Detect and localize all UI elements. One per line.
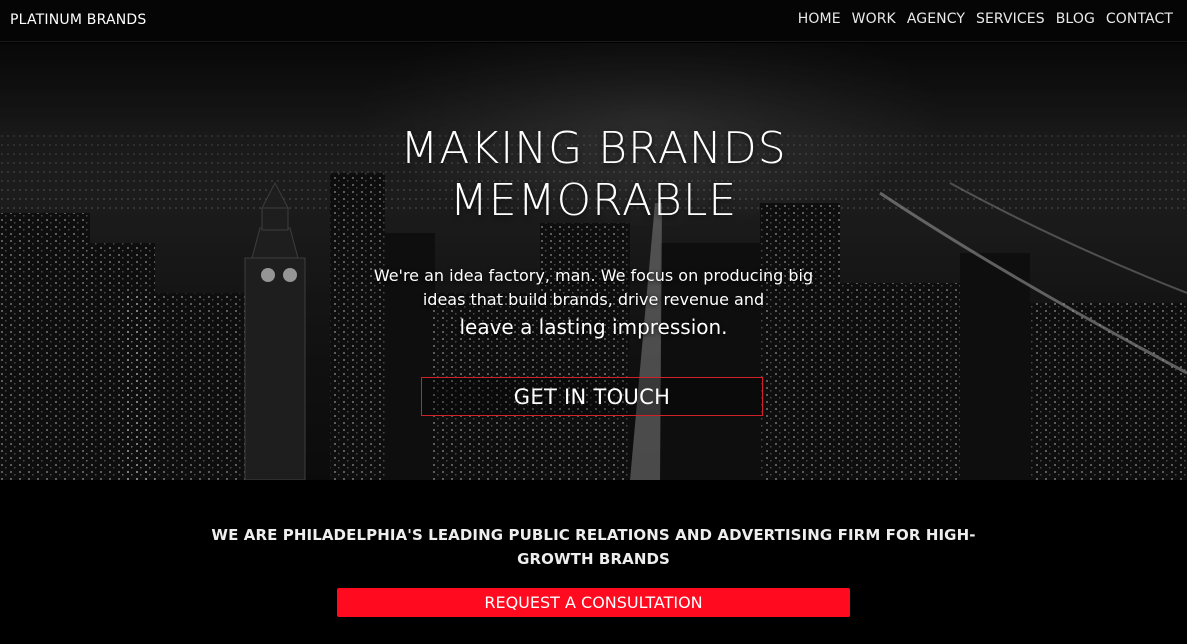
request-consultation-button[interactable]: REQUEST A CONSULTATION bbox=[337, 588, 850, 617]
top-navbar: PLATINUM BRANDS HOME WORK AGENCY SERVICE… bbox=[0, 0, 1187, 42]
nav-link-blog[interactable]: BLOG bbox=[1056, 11, 1095, 27]
brand-logo-link[interactable]: PLATINUM BRANDS bbox=[10, 12, 146, 28]
hero-lead-line3: leave a lasting impression. bbox=[459, 315, 728, 339]
hero-headline-line2: MEMORABLE bbox=[449, 175, 738, 226]
nav-link-services[interactable]: SERVICES bbox=[976, 11, 1045, 27]
intro-section: WE ARE PHILADELPHIA'S LEADING PUBLIC REL… bbox=[0, 480, 1187, 644]
section-tagline: WE ARE PHILADELPHIA'S LEADING PUBLIC REL… bbox=[211, 526, 976, 568]
hero-headline-line1: MAKING BRANDS bbox=[400, 123, 787, 174]
hero-lead-line1: We're an idea factory, man. We focus on … bbox=[373, 266, 814, 285]
hero-section: MAKING BRANDS MEMORABLE We're an idea fa… bbox=[0, 43, 1187, 480]
get-in-touch-button[interactable]: GET IN TOUCH bbox=[421, 377, 763, 416]
nav-link-agency[interactable]: AGENCY bbox=[907, 11, 965, 27]
nav-link-home[interactable]: HOME bbox=[798, 11, 841, 27]
nav-link-work[interactable]: WORK bbox=[852, 11, 896, 27]
nav-menu: HOME WORK AGENCY SERVICES BLOG CONTACT bbox=[798, 11, 1173, 27]
nav-link-contact[interactable]: CONTACT bbox=[1106, 11, 1173, 27]
hero-lead-line2: ideas that build brands, drive revenue a… bbox=[422, 290, 765, 309]
hero-content: MAKING BRANDS MEMORABLE We're an idea fa… bbox=[0, 43, 1187, 480]
